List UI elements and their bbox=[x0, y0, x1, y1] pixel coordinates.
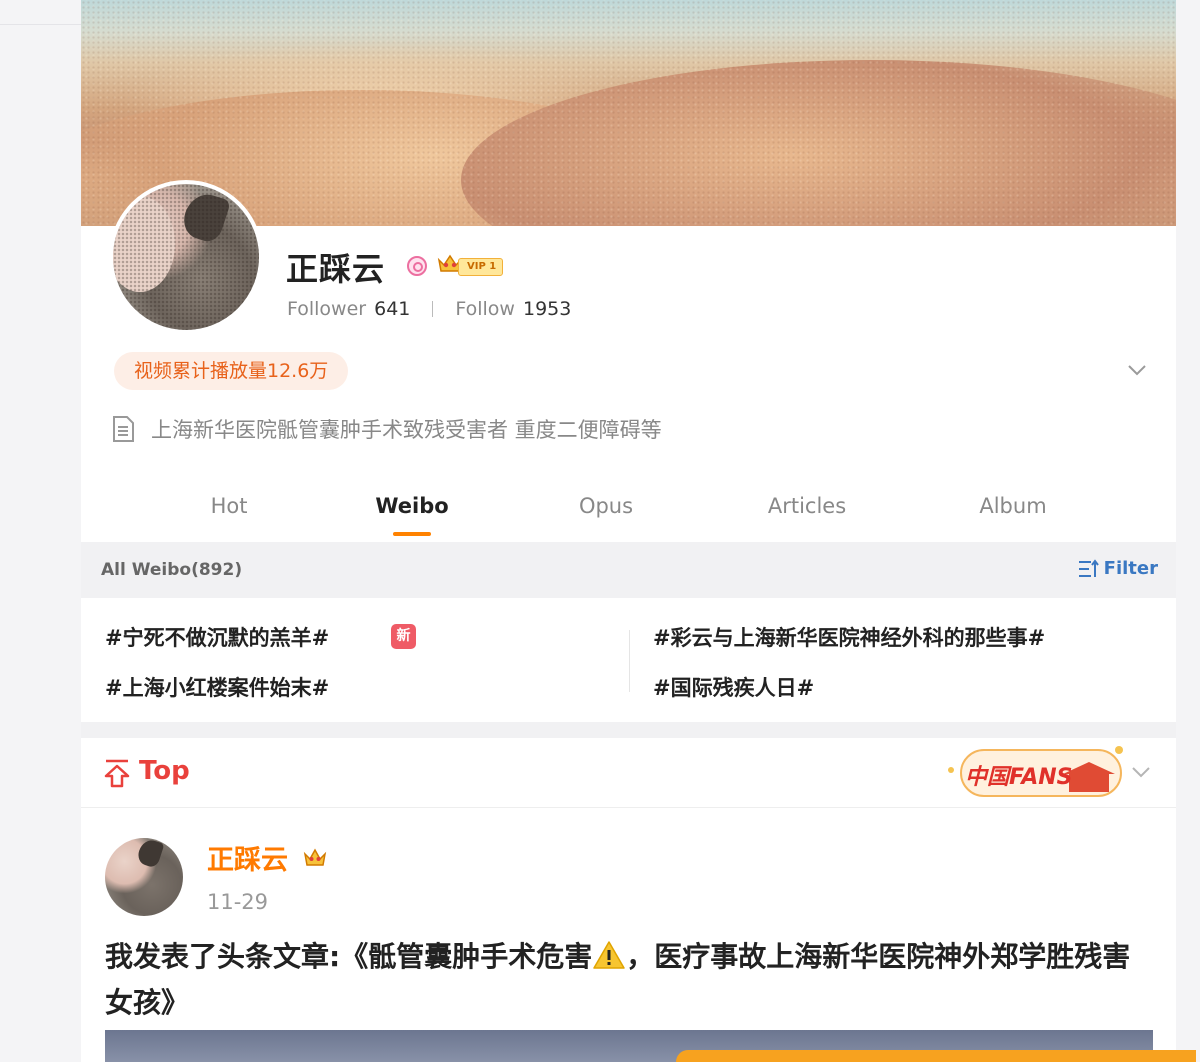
tab-weibo[interactable]: Weibo bbox=[375, 494, 448, 518]
feed-header: All Weibo(892) Filter bbox=[81, 542, 1176, 598]
post-date[interactable]: 11-29 bbox=[207, 890, 268, 914]
follow-label[interactable]: Follow bbox=[455, 298, 515, 320]
topic-item[interactable]: #上海小红楼案件始末# bbox=[105, 672, 329, 702]
top-divider bbox=[0, 24, 81, 25]
all-weibo-label[interactable]: All Weibo(892) bbox=[101, 560, 242, 580]
post-text[interactable]: 我发表了头条文章:《骶管囊肿手术危害 ，医疗事故上海新华医院神外郑学胜残害女孩》 bbox=[105, 934, 1145, 1026]
floating-action-tab[interactable] bbox=[676, 1050, 1196, 1062]
pin-top-icon bbox=[104, 759, 130, 788]
post-author-name[interactable]: 正踩云 bbox=[207, 838, 288, 877]
avatar[interactable] bbox=[109, 180, 263, 334]
pinned-header: Top 中国FANS bbox=[81, 738, 1176, 808]
post-text-part: 我发表了头条文章:《骶管囊肿手术危害 bbox=[105, 940, 593, 973]
filter-button[interactable]: Filter bbox=[1078, 558, 1158, 579]
tab-hot[interactable]: Hot bbox=[211, 494, 248, 518]
topic-item[interactable]: #国际残疾人日# bbox=[653, 672, 814, 702]
tab-opus[interactable]: Opus bbox=[579, 494, 633, 518]
stats-divider bbox=[432, 301, 434, 317]
profile-column: 正踩云 VIP 1 Follower 641 Follow 1953 视频累计播… bbox=[81, 0, 1176, 1062]
active-tab-underline bbox=[393, 532, 431, 536]
tab-articles[interactable]: Articles bbox=[768, 494, 846, 518]
verified-icon[interactable] bbox=[407, 256, 427, 276]
vip-badge[interactable]: VIP 1 bbox=[458, 258, 504, 276]
right-gutter bbox=[1176, 0, 1200, 1062]
document-icon bbox=[113, 416, 134, 442]
left-gutter bbox=[0, 0, 81, 1062]
follow-stats: Follower 641 Follow 1953 bbox=[287, 298, 571, 320]
chevron-down-icon[interactable] bbox=[1131, 762, 1151, 782]
video-play-stat[interactable]: 视频累计播放量12.6万 bbox=[114, 352, 349, 390]
bio-text: 上海新华医院骶管囊肿手术致残受害者 重度二便障碍等 bbox=[151, 418, 662, 442]
follow-count[interactable]: 1953 bbox=[523, 298, 571, 320]
pinned-label: Top bbox=[139, 756, 190, 786]
follower-label[interactable]: Follower bbox=[287, 298, 366, 320]
topic-list: #宁死不做沉默的羔羊# 新 #上海小红楼案件始末# #彩云与上海新华医院神经外科… bbox=[81, 598, 1176, 722]
crown-icon[interactable] bbox=[303, 846, 327, 868]
fans-badge-text: 中国FANS bbox=[965, 765, 1072, 790]
post-author-avatar[interactable] bbox=[105, 838, 183, 916]
topic-divider bbox=[629, 630, 630, 692]
new-badge: 新 bbox=[391, 624, 416, 649]
china-fans-badge[interactable]: 中国FANS bbox=[943, 740, 1127, 804]
follower-count[interactable]: 641 bbox=[374, 298, 410, 320]
profile-tabs: Hot Weibo Opus Articles Album bbox=[81, 488, 1176, 542]
filter-label: Filter bbox=[1103, 558, 1158, 579]
topic-item[interactable]: #宁死不做沉默的羔羊# bbox=[105, 622, 329, 652]
user-name: 正踩云 bbox=[286, 250, 386, 288]
tab-album[interactable]: Album bbox=[979, 494, 1046, 518]
bio-row: 上海新华医院骶管囊肿手术致残受害者 重度二便障碍等 bbox=[111, 414, 662, 444]
topic-item[interactable]: #彩云与上海新华医院神经外科的那些事# bbox=[653, 622, 1045, 652]
filter-icon bbox=[1078, 558, 1099, 577]
warning-icon bbox=[593, 941, 625, 969]
pinned-post-card: Top 中国FANS 正踩云 11-29 我发表了头条文章:《骶管囊肿手术危害，… bbox=[81, 738, 1176, 1062]
profile-card: 正踩云 VIP 1 Follower 641 Follow 1953 视频累计播… bbox=[81, 180, 1176, 542]
chevron-down-icon[interactable] bbox=[1127, 360, 1147, 380]
